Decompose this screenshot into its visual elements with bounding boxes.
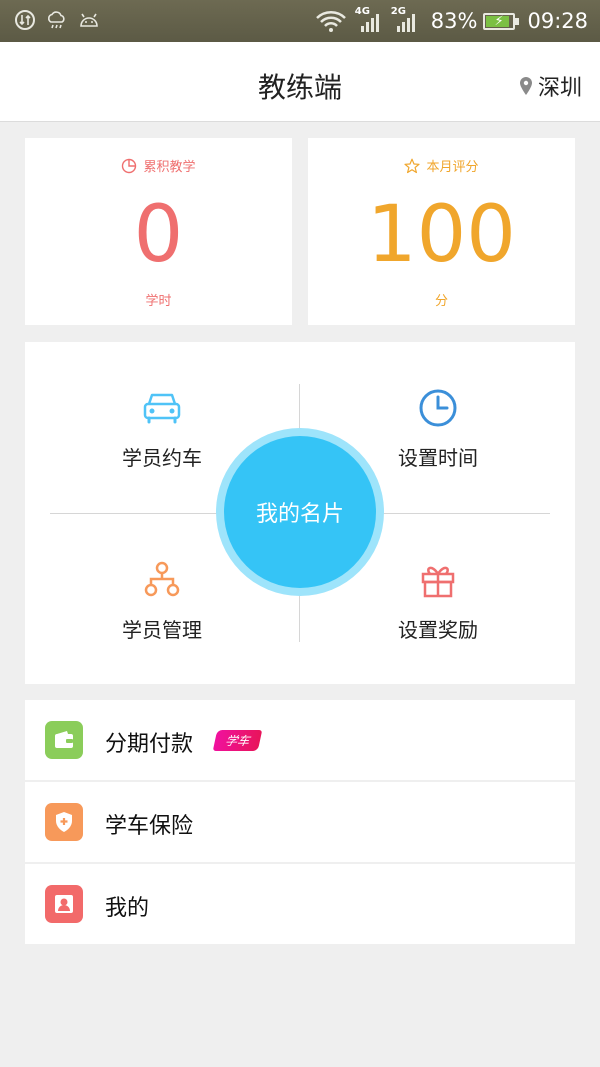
my-card-button[interactable]: 我的名片 — [216, 428, 384, 596]
status-left-icons — [14, 9, 100, 31]
car-icon — [143, 393, 181, 424]
student-management-button[interactable]: 学员管理 — [82, 558, 242, 643]
location-label: 深圳 — [537, 76, 582, 101]
wifi-icon — [315, 11, 346, 32]
status-right: 4G 2G 83% ⚡ 09:28 — [315, 6, 588, 36]
data-sync-icon — [15, 10, 35, 30]
teaching-hours-card: 累积教学 0 学时 — [25, 138, 292, 325]
driving-tag-badge: 学车 — [212, 730, 263, 751]
my-card-label: 我的名片 — [224, 436, 376, 588]
gift-icon — [421, 566, 455, 598]
location-pin-icon — [519, 77, 532, 95]
shield-icon — [45, 803, 83, 841]
monthly-rating-card: 本月评分 100 分 — [308, 138, 575, 325]
set-reward-button[interactable]: 设置奖励 — [358, 558, 518, 643]
monthly-rating-header: 本月评分 — [308, 156, 575, 175]
list-item-insurance[interactable]: 学车保险 — [25, 782, 575, 862]
set-time-button[interactable]: 设置时间 — [358, 386, 518, 471]
weather-icon — [48, 11, 65, 29]
monthly-rating-unit: 分 — [434, 294, 448, 309]
student-booking-label: 学员约车 — [122, 446, 202, 470]
set-reward-label: 设置奖励 — [398, 618, 478, 642]
student-management-label: 学员管理 — [122, 618, 202, 642]
signal-2g-icon: 2G — [391, 6, 421, 34]
location-selector[interactable]: 深圳 — [518, 70, 582, 102]
battery-icon: ⚡ — [483, 12, 520, 30]
mine-label: 我的 — [105, 896, 150, 921]
star-icon — [404, 158, 421, 173]
battery-percent: 83% — [430, 9, 478, 33]
monthly-rating-value: 100 — [367, 190, 516, 280]
teaching-hours-value: 0 — [133, 190, 184, 280]
clock: 09:28 — [527, 9, 588, 33]
pie-chart-icon — [122, 158, 137, 173]
student-booking-button[interactable]: 学员约车 — [82, 386, 242, 471]
org-chart-icon — [144, 561, 180, 597]
signal-4g-icon: 4G — [355, 6, 385, 34]
monthly-rating-label: 本月评分 — [426, 160, 479, 175]
status-bar: 4G 2G 83% ⚡ 09:28 — [0, 0, 600, 42]
feature-grid: 学员约车 设置时间 学员管理 设置奖励 我的名片 — [25, 342, 575, 684]
teaching-hours-header: 累积教学 — [25, 156, 292, 175]
wallet-icon — [45, 721, 83, 759]
insurance-label: 学车保险 — [105, 814, 194, 839]
page-title: 教练端 — [257, 71, 342, 104]
teaching-hours-label: 累积教学 — [143, 160, 196, 175]
person-icon — [45, 885, 83, 923]
list-item-mine[interactable]: 我的 — [25, 864, 575, 944]
android-icon — [80, 13, 98, 27]
app-header: 教练端 深圳 — [0, 42, 600, 122]
list-item-installment[interactable]: 分期付款 学车 — [25, 700, 575, 780]
teaching-hours-unit: 学时 — [145, 294, 172, 309]
installment-label: 分期付款 — [105, 732, 194, 757]
clock-icon — [419, 389, 457, 427]
set-time-label: 设置时间 — [398, 446, 478, 470]
